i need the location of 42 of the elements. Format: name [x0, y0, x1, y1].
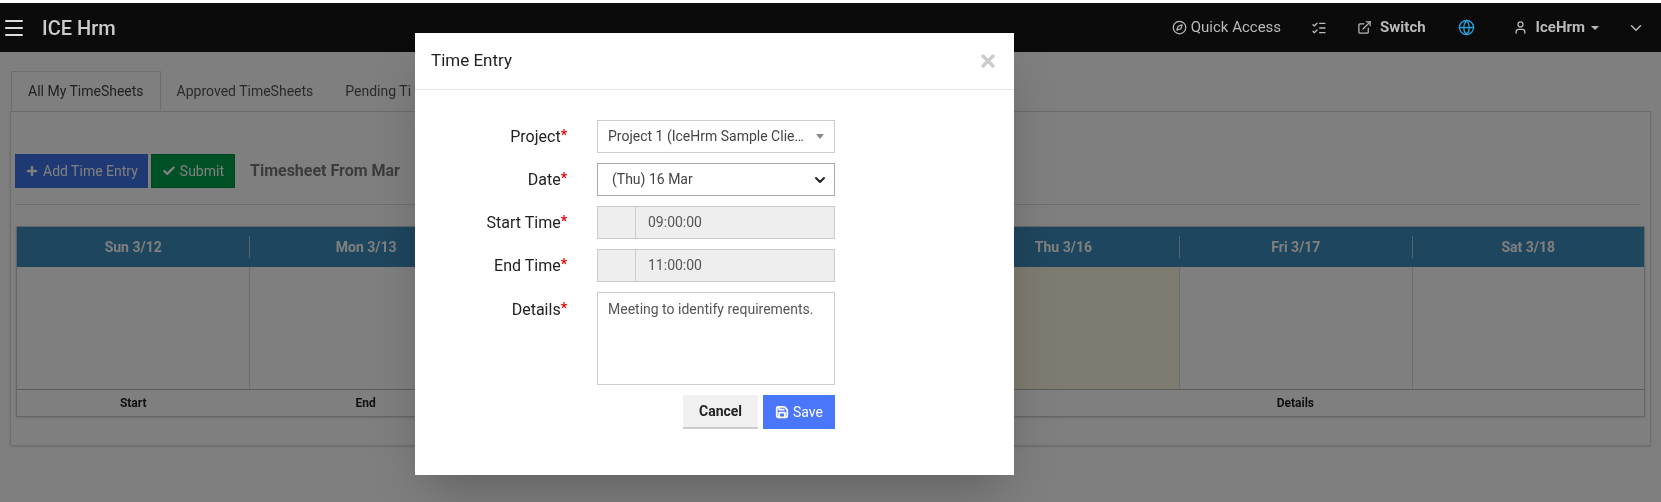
- required-mark: *: [560, 254, 567, 274]
- field-label: Date: [527, 168, 561, 191]
- day-header: Fri 3/17: [1271, 237, 1321, 257]
- time-field[interactable]: 11:00:00: [597, 249, 835, 282]
- plus-icon: [25, 164, 39, 178]
- column-heading: Start: [119, 395, 147, 412]
- required-mark: *: [560, 299, 567, 318]
- compass-icon: [1171, 20, 1187, 35]
- globe-icon[interactable]: [1457, 19, 1475, 36]
- caret-icon: [816, 134, 824, 139]
- day-header: Sat 3/18: [1501, 237, 1556, 257]
- brand-title: ICE Hrm: [42, 14, 116, 42]
- external-link-icon: [1357, 20, 1373, 35]
- field-label: Project: [510, 125, 561, 148]
- user-icon: [1512, 20, 1528, 35]
- required-mark: *: [560, 168, 567, 188]
- switch-link[interactable]: Switch: [1380, 16, 1426, 39]
- time-field[interactable]: 09:00:00: [597, 206, 835, 239]
- field-label: Start Time: [486, 211, 561, 234]
- check-icon: [161, 164, 176, 178]
- save-button[interactable]: Save: [763, 395, 835, 429]
- field-label: Details: [511, 299, 561, 321]
- user-menu[interactable]: IceHrm: [1535, 16, 1585, 39]
- day-header: Mon 3/13: [335, 237, 397, 257]
- caret-icon: [1591, 25, 1599, 30]
- day-header: Thu 3/16: [1034, 237, 1092, 257]
- quick-access-link[interactable]: Quick Access: [1190, 16, 1282, 39]
- save-icon: [775, 405, 790, 419]
- timesheet-tab[interactable]: Approved TimeSheets: [160, 71, 330, 111]
- modal-title: Time Entry: [431, 49, 512, 73]
- required-mark: *: [560, 125, 567, 143]
- field-label: End Time: [494, 254, 561, 277]
- timesheet-tab[interactable]: All My TimeSheets: [11, 71, 161, 111]
- timesheet-heading: Timesheet From Mar: [250, 160, 400, 182]
- cancel-button[interactable]: Cancel: [683, 395, 759, 429]
- details-textarea[interactable]: Meeting to identify requirements.: [597, 292, 835, 385]
- day-header: Sun 3/12: [104, 237, 162, 257]
- column-heading: End: [355, 395, 376, 412]
- date-select[interactable]: (Thu) 16 Mar: [597, 163, 835, 196]
- project-select[interactable]: Project 1 (IceHrm Sample Clie…: [597, 120, 835, 153]
- column-heading: Details: [1276, 395, 1314, 412]
- required-mark: *: [560, 211, 567, 231]
